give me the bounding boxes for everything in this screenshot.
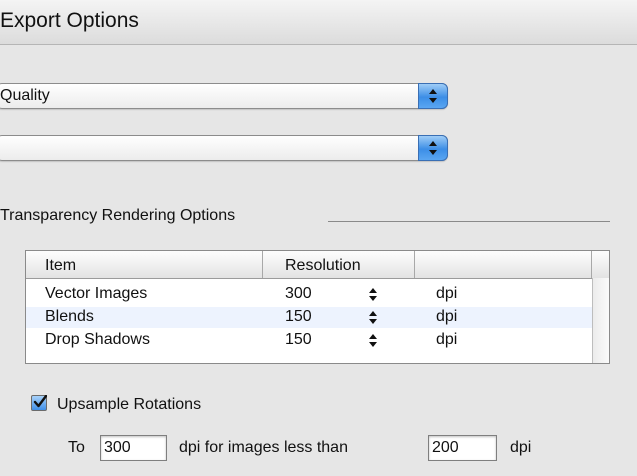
dpi-unit-label: dpi [510, 439, 532, 456]
row-item: Vector Images [45, 285, 148, 302]
column-divider [591, 251, 592, 278]
row-resolution[interactable]: 150 [285, 331, 312, 349]
column-divider [414, 251, 415, 278]
table-row[interactable]: Blends 150 dpi [26, 307, 592, 328]
dialog-title: Export Options [0, 9, 139, 32]
dialog-titlebar: Export Options [0, 0, 637, 45]
table-scrollbar[interactable] [592, 278, 609, 363]
row-unit: dpi [436, 285, 458, 302]
upsample-to-field[interactable]: 300 [100, 435, 167, 461]
transparency-table: Item Resolution Vector Images 300 dpi Bl… [25, 250, 610, 364]
stepper-icon[interactable] [368, 286, 378, 307]
stepper-icon[interactable] [368, 309, 378, 330]
row-unit: dpi [436, 331, 458, 348]
preset-popup[interactable] [0, 135, 448, 161]
table-row[interactable]: Vector Images 300 dpi [26, 284, 592, 305]
group-divider [328, 221, 610, 222]
row-resolution[interactable]: 150 [285, 308, 312, 326]
column-divider [262, 251, 263, 278]
row-item: Drop Shadows [45, 331, 150, 348]
table-row[interactable]: Drop Shadows 150 dpi [26, 330, 592, 351]
table-header: Item Resolution [26, 251, 609, 279]
upsample-label[interactable]: Upsample Rotations [57, 396, 201, 414]
transparency-group-label: Transparency Rendering Options [0, 207, 236, 224]
upsample-threshold-field[interactable]: 200 [428, 435, 497, 461]
column-header-item[interactable]: Item [45, 257, 76, 275]
row-unit: dpi [436, 308, 458, 325]
row-item: Blends [45, 308, 94, 325]
row-resolution[interactable]: 300 [285, 285, 312, 303]
upsample-checkbox[interactable] [31, 395, 47, 411]
popup-arrows-icon[interactable] [418, 83, 448, 109]
to-label: To [68, 439, 85, 456]
threshold-label: dpi for images less than [179, 439, 348, 456]
quality-popup[interactable]: Quality [0, 83, 448, 109]
column-header-resolution[interactable]: Resolution [285, 257, 361, 275]
popup-arrows-icon[interactable] [418, 135, 448, 161]
stepper-icon[interactable] [368, 332, 378, 353]
quality-popup-value: Quality [0, 87, 50, 104]
checkmark-icon [33, 395, 47, 408]
